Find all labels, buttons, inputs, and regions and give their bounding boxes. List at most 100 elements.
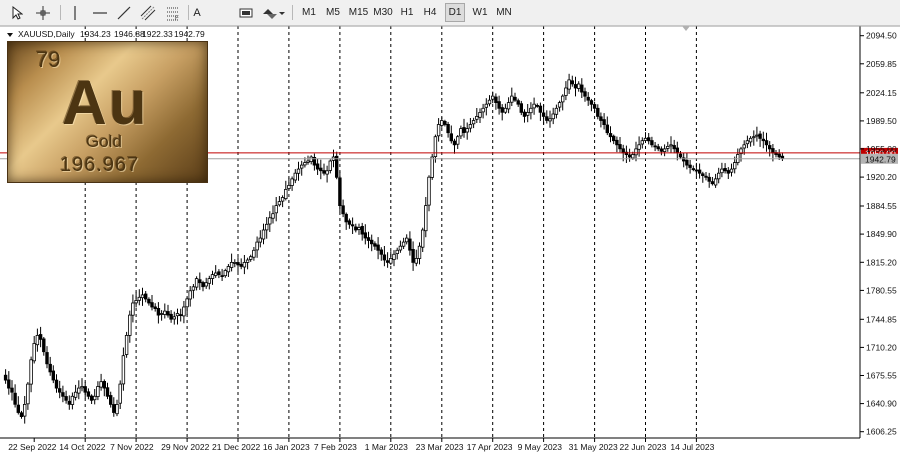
timeframe-m5[interactable]: M5 — [322, 3, 344, 22]
candle-body-bear — [497, 101, 501, 109]
candle-body-bear — [573, 84, 578, 89]
candle-body-bear — [659, 148, 664, 152]
timeframe-h1[interactable]: H1 — [396, 3, 418, 22]
candle-body-bull — [510, 95, 514, 103]
candle — [430, 154, 434, 180]
candle-body-bull — [182, 306, 186, 317]
candle-body-bull — [26, 383, 30, 405]
candle-body-bull — [420, 229, 425, 248]
candle-body-bull — [742, 144, 746, 149]
candle-body-bear — [341, 205, 345, 215]
candle-body-bull — [662, 148, 667, 153]
candle-body-bull — [398, 245, 403, 251]
horizontal-line-tool[interactable] — [89, 3, 111, 22]
candle-body-bull — [720, 168, 724, 174]
candle-body-bull — [73, 391, 78, 398]
candle-body-bull — [567, 79, 571, 90]
candle-body-bull — [233, 261, 237, 264]
candle-body-bull — [414, 257, 418, 264]
candle-body-bear — [319, 167, 323, 172]
candle-body-bull — [564, 87, 568, 96]
x-tick-label: 29 Nov 2022 — [161, 442, 209, 452]
candle-body-bull — [303, 162, 307, 166]
candle-body-bull — [140, 294, 145, 299]
arrows-tool[interactable] — [260, 3, 286, 22]
candle-body-bear — [688, 164, 692, 168]
candle-body-bull — [296, 168, 301, 174]
timeframe-w1[interactable]: W1 — [469, 3, 491, 22]
candle-body-bull — [248, 256, 253, 260]
timeframe-m15[interactable]: M15 — [346, 3, 371, 22]
candle-body-bear — [589, 100, 594, 105]
timeframe-m1[interactable]: M1 — [298, 3, 320, 22]
toolbar-separator — [60, 5, 61, 20]
candle-body-bull — [293, 172, 297, 181]
candle-body-bull — [229, 261, 234, 268]
x-tick-label: 9 May 2023 — [518, 442, 563, 452]
symbol-name: XAUUSD,Daily — [18, 29, 75, 39]
candle-body-bull — [436, 124, 441, 137]
channel-tool[interactable] — [137, 3, 159, 22]
candle-body-bull — [745, 140, 750, 145]
candle-body-bear — [694, 169, 699, 172]
candle-body-bear — [592, 104, 597, 109]
x-tick-label: 7 Feb 2023 — [314, 442, 357, 452]
candle-body-bear — [653, 145, 657, 148]
candle-body-bull — [475, 116, 479, 120]
bid-label: 1942.79 — [865, 154, 896, 164]
timeframe-mn[interactable]: MN — [492, 3, 516, 22]
candle-body-bear — [45, 352, 49, 365]
candle-body-bull — [325, 170, 329, 175]
candle-body-bear — [376, 244, 380, 251]
timeframe-m30[interactable]: M30 — [370, 3, 396, 22]
horizontal-line-icon — [93, 11, 107, 14]
candle-body-bear — [685, 159, 689, 166]
candle-body-bull — [188, 290, 192, 300]
candle-body-bull — [172, 316, 176, 320]
candle-body-bull — [261, 229, 266, 240]
y-tick-label: 1710.20 — [866, 342, 897, 352]
crosshair-tool[interactable] — [32, 3, 54, 22]
candle-body-bear — [379, 249, 383, 255]
candle-body-bull — [417, 245, 422, 259]
candle-body-bull — [93, 395, 97, 401]
trendline-tool[interactable] — [113, 3, 135, 22]
candle-body-bear — [19, 412, 24, 417]
x-tick-label: 31 May 2023 — [569, 442, 618, 452]
text-tool[interactable]: A — [190, 3, 204, 22]
symbol-info: XAUUSD,Daily 1934.23 1946.88 1922.33 194… — [7, 29, 205, 39]
candle-body-bear — [672, 145, 676, 150]
candle-body-bull — [134, 300, 138, 304]
timeframe-h4[interactable]: H4 — [419, 3, 441, 22]
candle-body-bear — [220, 275, 224, 278]
candle-body-bull — [532, 103, 536, 109]
candle-body-bear — [656, 146, 660, 150]
candle-body-bear — [360, 225, 364, 235]
candle-body-bull — [487, 99, 492, 105]
fibonacci-icon: F — [167, 7, 179, 21]
candle-body-bear — [758, 133, 762, 139]
candle-body-bull — [124, 334, 129, 355]
y-tick-label: 1849.90 — [866, 229, 897, 239]
candle-body-bull — [99, 381, 103, 388]
candle-body-bear — [16, 404, 20, 413]
fibonacci-tool[interactable]: F — [162, 3, 184, 22]
candle-body-bull — [404, 237, 409, 243]
candle-body-bear — [178, 314, 183, 317]
candle-body-bull — [455, 136, 460, 145]
cursor-tool[interactable] — [7, 3, 26, 22]
candle-body-bear — [102, 380, 106, 389]
vertical-line-tool[interactable] — [66, 3, 84, 22]
candle-body-bear — [363, 232, 367, 239]
x-tick-label: 1 Mar 2023 — [365, 442, 408, 452]
timeframe-d1[interactable]: D1 — [445, 3, 465, 22]
candle-body-bull — [35, 334, 40, 346]
candle-body-bull — [194, 278, 199, 288]
candle-body-bull — [264, 223, 269, 231]
ohlc-close: 1942.79 — [174, 29, 205, 39]
candle-body-bear — [443, 121, 447, 125]
candle-body-bull — [478, 112, 482, 118]
candle-body-bull — [637, 144, 641, 150]
candle-body-bear — [545, 116, 549, 121]
label-tool[interactable] — [236, 3, 256, 22]
